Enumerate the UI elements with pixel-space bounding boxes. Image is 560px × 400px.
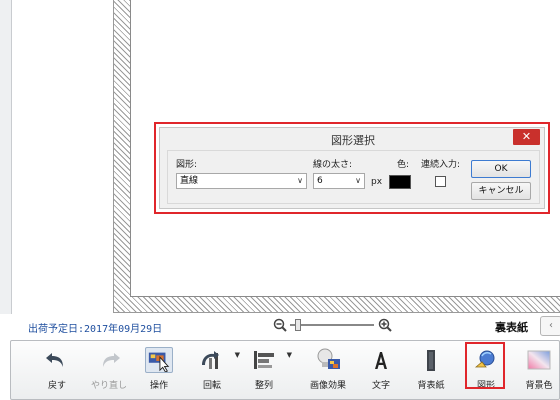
undo-icon [46, 353, 63, 367]
zoom-slider-thumb[interactable] [295, 319, 301, 331]
close-icon[interactable]: ✕ [513, 129, 540, 145]
rotate-button[interactable]: 回転 ▼ [190, 341, 240, 399]
color-swatch[interactable] [389, 175, 411, 189]
shape-select-dialog: 図形選択 ✕ 図形: 直線 ∨ 線の太さ: 6 ∨ px 色: 連続入力: OK… [159, 127, 545, 209]
cancel-button[interactable]: キャンセル [471, 182, 531, 200]
redo-icon [103, 353, 120, 367]
shape-select-value: 直線 [180, 176, 199, 186]
ok-button[interactable]: OK [471, 160, 531, 178]
background-color-label: 背景色 [525, 381, 553, 391]
image-effect-button[interactable]: 画像効果 [306, 341, 350, 399]
text-label: 文字 [371, 381, 390, 391]
text-icon [375, 352, 387, 369]
app-window: 図形選択 ✕ 図形: 直線 ∨ 線の太さ: 6 ∨ px 色: 連続入力: OK… [0, 0, 560, 400]
operate-label: 操作 [149, 381, 168, 391]
shape-select[interactable]: 直線 ∨ [176, 173, 307, 189]
color-label: 色: [397, 160, 410, 170]
chevron-down-icon[interactable]: ▼ [235, 351, 240, 359]
line-width-select[interactable]: 6 ∨ [313, 173, 365, 189]
spine-icon [427, 350, 435, 371]
chevron-down-icon: ∨ [297, 176, 303, 185]
image-effect-icon [317, 348, 340, 369]
ship-date: 出荷予定日:2017年09月29日 [28, 324, 163, 335]
image-effect-label: 画像効果 [309, 381, 346, 391]
line-width-value: 6 [317, 176, 323, 186]
zoom-slider-track[interactable] [290, 324, 374, 326]
chevron-down-icon: ∨ [355, 176, 361, 185]
operate-button[interactable]: 操作 [137, 341, 181, 399]
rotate-label: 回転 [202, 381, 221, 391]
shape-label: 図形: [176, 160, 198, 170]
spine-label: 背表紙 [417, 381, 445, 391]
continuous-input-checkbox[interactable] [435, 176, 446, 187]
spine-button[interactable]: 背表紙 [409, 341, 453, 399]
zoom-out-icon[interactable] [273, 318, 287, 332]
rotate-icon [202, 351, 219, 369]
line-width-label: 線の太さ: [313, 160, 353, 170]
dialog-panel: 図形: 直線 ∨ 線の太さ: 6 ∨ px 色: 連続入力: OK キャンセル [167, 150, 540, 204]
background-color-button[interactable]: 背景色 [517, 341, 560, 399]
zoom-in-icon[interactable] [378, 318, 392, 332]
text-button[interactable]: 文字 [359, 341, 403, 399]
left-panel-edge [0, 0, 12, 315]
undo-label: 戻す [47, 381, 66, 391]
align-label: 整列 [254, 381, 273, 391]
redo-label: やり直し [90, 381, 127, 391]
status-bar: 出荷予定日:2017年09月29日 裏表紙 ‹ [0, 314, 560, 338]
align-button[interactable]: 整列 ▼ [242, 341, 292, 399]
background-color-icon [527, 350, 551, 370]
shape-button-highlight [465, 342, 505, 389]
page-side-label: 裏表紙 [495, 321, 528, 334]
select-cursor-icon [145, 347, 173, 373]
dialog-title: 図形選択 [331, 134, 375, 147]
align-icon [254, 351, 274, 369]
undo-button[interactable]: 戻す [35, 341, 79, 399]
continuous-input-label: 連続入力: [421, 160, 461, 170]
line-width-unit: px [371, 177, 383, 187]
chevron-down-icon[interactable]: ▼ [287, 351, 292, 359]
redo-button[interactable]: やり直し [87, 341, 131, 399]
chevron-left-icon[interactable]: ‹ [540, 316, 560, 336]
